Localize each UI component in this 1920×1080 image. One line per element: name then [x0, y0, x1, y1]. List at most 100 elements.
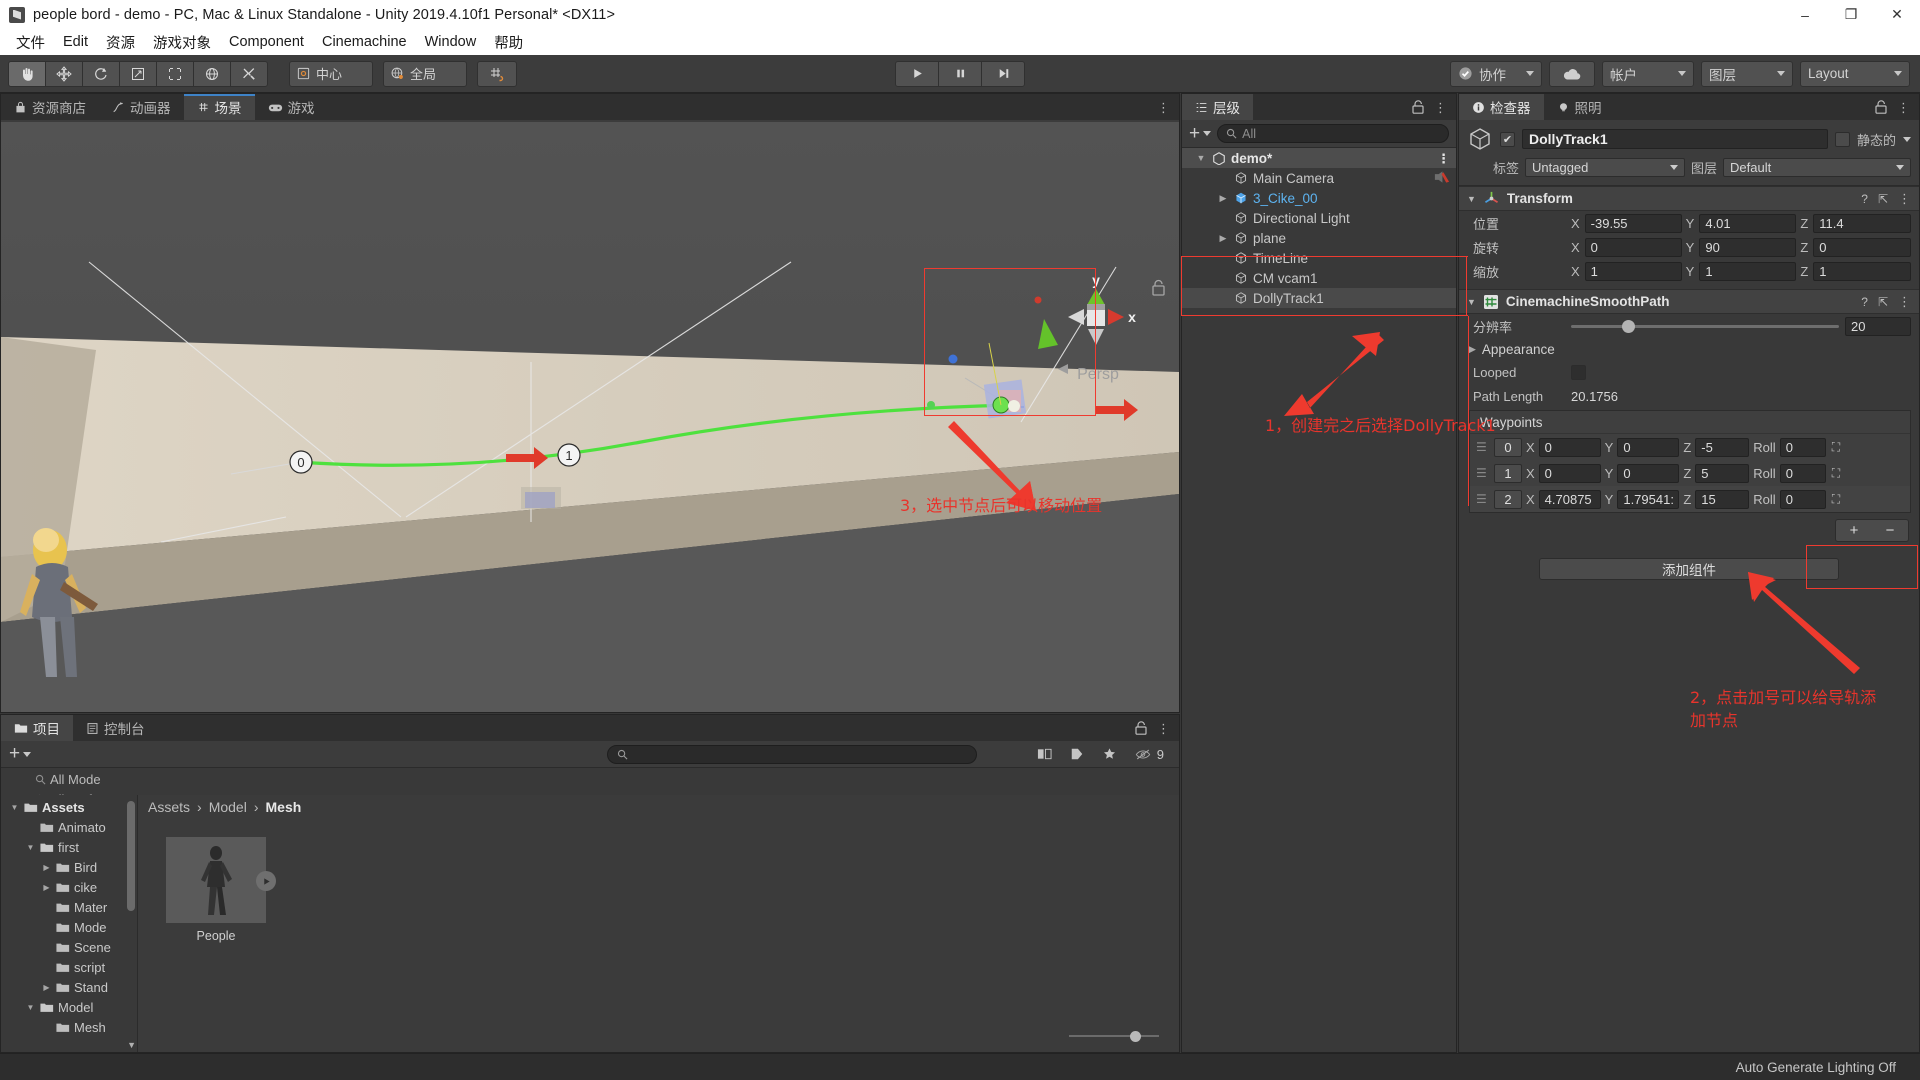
- tab-scene[interactable]: 场景: [183, 94, 255, 120]
- foldout-arrow-icon[interactable]: ▼: [1467, 297, 1476, 307]
- tab-game[interactable]: 游戏: [254, 94, 328, 120]
- project-create-button[interactable]: +: [9, 744, 32, 763]
- tag-dropdown[interactable]: Untagged: [1525, 158, 1686, 177]
- menu-item-edit[interactable]: Edit: [54, 32, 97, 52]
- component-kebab-icon[interactable]: ⋮: [1898, 295, 1911, 308]
- waypoint-x-input[interactable]: 0: [1538, 463, 1601, 483]
- project-folder-model[interactable]: ▼ Model: [1, 997, 137, 1017]
- waypoint-y-input[interactable]: 0: [1617, 463, 1680, 483]
- transform-z-input[interactable]: 1: [1813, 261, 1912, 281]
- scene-options-kebab-icon[interactable]: ⋮: [1157, 101, 1170, 114]
- waypoint-roll-input[interactable]: 0: [1779, 489, 1826, 509]
- project-search-input[interactable]: [607, 744, 978, 764]
- focus-waypoint-icon[interactable]: ⛶: [1832, 440, 1840, 455]
- waypoint-x-input[interactable]: 0: [1538, 437, 1601, 457]
- hierarchy-item-plane[interactable]: ▶ plane: [1182, 228, 1456, 248]
- drag-handle-icon[interactable]: ☰: [1476, 466, 1490, 480]
- preset-icon[interactable]: ⇱: [1878, 192, 1888, 206]
- menu-item-gameobject[interactable]: 游戏对象: [144, 30, 220, 55]
- preset-icon[interactable]: ⇱: [1878, 295, 1888, 309]
- layer-dropdown[interactable]: Default: [1723, 158, 1911, 177]
- looped-checkbox[interactable]: [1571, 364, 1586, 380]
- cloud-button[interactable]: [1549, 60, 1595, 87]
- layers-button[interactable]: 图层: [1701, 60, 1793, 87]
- transform-x-input[interactable]: 1: [1584, 261, 1682, 281]
- lock-icon[interactable]: [1875, 100, 1888, 114]
- breadcrumb-assets[interactable]: Assets: [148, 799, 190, 815]
- help-icon[interactable]: ?: [1861, 295, 1868, 309]
- menu-item-window[interactable]: Window: [416, 32, 486, 52]
- filter-by-label-button[interactable]: [1063, 743, 1091, 765]
- waypoint-roll-input[interactable]: 0: [1779, 463, 1826, 483]
- remove-waypoint-button[interactable]: −: [1872, 520, 1908, 541]
- twisty-icon[interactable]: ▼: [9, 803, 20, 812]
- lock-icon[interactable]: [1135, 721, 1148, 735]
- add-waypoint-button[interactable]: +: [1836, 520, 1872, 541]
- menu-item-cinemachine[interactable]: Cinemachine: [313, 32, 416, 52]
- favorites-button[interactable]: [1095, 743, 1124, 765]
- hierarchy-item-3-cike-00[interactable]: ▶ 3_Cike_00: [1182, 188, 1456, 208]
- object-name-input[interactable]: DollyTrack1: [1522, 129, 1828, 149]
- inspector-options-kebab-icon[interactable]: ⋮: [1897, 101, 1910, 114]
- twisty-icon[interactable]: ▶: [41, 863, 52, 872]
- transform-x-input[interactable]: 0: [1584, 237, 1682, 257]
- focus-waypoint-icon[interactable]: ⛶: [1832, 466, 1840, 481]
- filter-all-models[interactable]: All Mode: [1, 769, 138, 789]
- project-folder-assets[interactable]: ▼ Assets: [1, 797, 137, 817]
- breadcrumb-model[interactable]: Model: [209, 799, 247, 815]
- project-visibility-button[interactable]: 9: [1128, 743, 1171, 765]
- waypoint-row-2[interactable]: ☰ 2 X 4.70875 Y 1.79541: Z 15 Roll 0 ⛶: [1470, 486, 1910, 512]
- twisty-icon[interactable]: ▼: [25, 1003, 36, 1012]
- transform-y-input[interactable]: 4.01: [1699, 213, 1797, 233]
- step-button[interactable]: [981, 60, 1025, 87]
- chevron-down-icon[interactable]: [1903, 136, 1911, 142]
- static-checkbox[interactable]: [1834, 131, 1850, 147]
- appearance-foldout[interactable]: ▶ Appearance: [1459, 338, 1919, 360]
- asset-play-button[interactable]: [256, 871, 276, 891]
- breadcrumb-mesh[interactable]: Mesh: [266, 799, 302, 815]
- twisty-icon[interactable]: ▶: [41, 983, 52, 992]
- project-folder-mode[interactable]: Mode: [1, 917, 137, 937]
- menu-item-assets[interactable]: 资源: [97, 30, 144, 55]
- project-folder-animato[interactable]: Animato: [1, 817, 137, 837]
- project-folder-mater[interactable]: Mater: [1, 897, 137, 917]
- drag-handle-icon[interactable]: ☰: [1476, 440, 1490, 454]
- project-folder-stand[interactable]: ▶ Stand: [1, 977, 137, 997]
- project-tree-scrollbar[interactable]: [127, 801, 135, 911]
- waypoint-x-input[interactable]: 4.70875: [1538, 489, 1601, 509]
- lock-icon[interactable]: [1412, 100, 1425, 114]
- rotate-tool-button[interactable]: [82, 60, 120, 87]
- maximize-button[interactable]: ❐: [1828, 0, 1874, 29]
- tab-project[interactable]: 项目: [1, 715, 73, 741]
- pause-button[interactable]: [938, 60, 982, 87]
- project-folder-cike[interactable]: ▶ cike: [1, 877, 137, 897]
- resolution-value-input[interactable]: 20: [1845, 316, 1911, 336]
- transform-tool-button[interactable]: [193, 60, 231, 87]
- hand-tool-button[interactable]: [8, 60, 46, 87]
- account-button[interactable]: 帐户: [1602, 60, 1694, 87]
- drag-handle-icon[interactable]: ☰: [1476, 492, 1490, 506]
- component-kebab-icon[interactable]: ⋮: [1898, 192, 1911, 205]
- tab-animator[interactable]: 动画器: [99, 94, 184, 120]
- project-folder-first[interactable]: ▼ first: [1, 837, 137, 857]
- twisty-icon[interactable]: ▼: [1195, 153, 1207, 163]
- menu-item-component[interactable]: Component: [220, 32, 313, 52]
- slider-knob[interactable]: [1621, 319, 1635, 333]
- scroll-down-arrow-icon[interactable]: ▼: [127, 1040, 136, 1050]
- hierarchy-options-kebab-icon[interactable]: ⋮: [1434, 101, 1447, 114]
- scene-context-kebab-icon[interactable]: ⋮: [1437, 152, 1450, 165]
- twisty-icon[interactable]: ▼: [25, 843, 36, 852]
- waypoint-y-input[interactable]: 1.79541:: [1617, 489, 1680, 509]
- grid-snap-button[interactable]: [477, 60, 517, 87]
- component-header-smoothpath[interactable]: ▼ CinemachineSmoothPath ? ⇱ ⋮: [1459, 289, 1919, 314]
- tab-console[interactable]: 控制台: [73, 715, 158, 741]
- project-folder-mesh[interactable]: Mesh: [1, 1017, 137, 1037]
- project-options-kebab-icon[interactable]: ⋮: [1157, 722, 1170, 735]
- waypoint-y-input[interactable]: 0: [1617, 437, 1680, 457]
- close-button[interactable]: ✕: [1874, 0, 1920, 29]
- menu-item-help[interactable]: 帮助: [485, 30, 532, 55]
- asset-size-slider[interactable]: [1069, 1030, 1159, 1042]
- filter-by-type-button[interactable]: [1030, 743, 1059, 765]
- asset-item-people[interactable]: People: [166, 837, 276, 943]
- hierarchy-item-main-camera[interactable]: Main Camera: [1182, 168, 1456, 188]
